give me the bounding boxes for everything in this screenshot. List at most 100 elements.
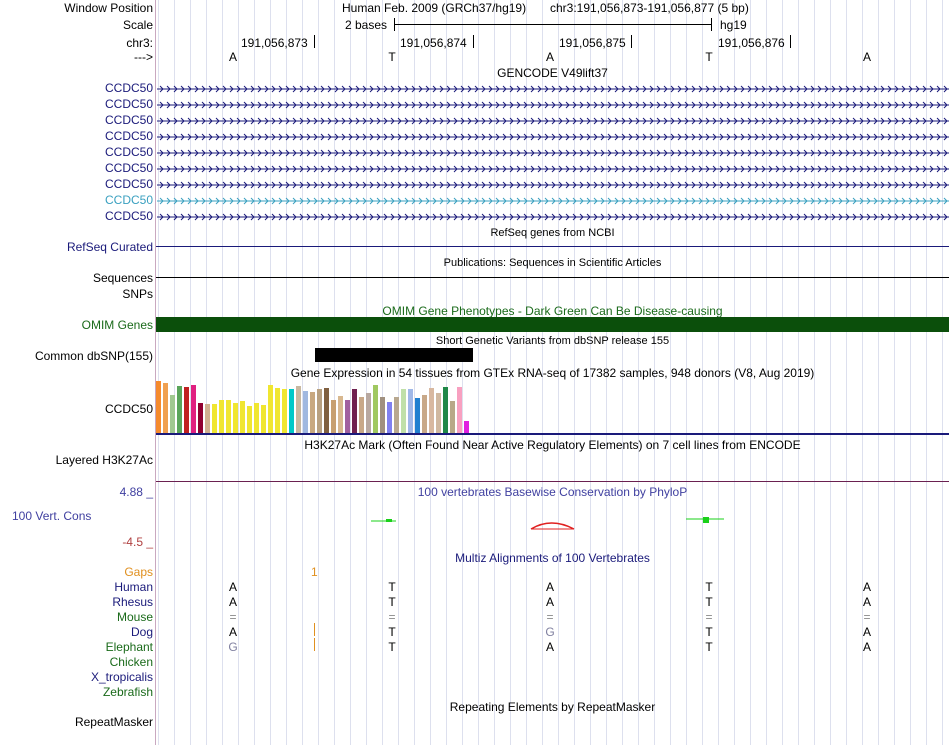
gencode-transcript[interactable] [157, 195, 949, 207]
gencode-transcript[interactable] [157, 179, 949, 191]
gencode-gene-label[interactable]: CCDC50 [105, 193, 153, 207]
gtex-bar[interactable] [331, 400, 336, 433]
gtex-bar[interactable] [205, 404, 210, 433]
sequences-label[interactable]: Sequences [93, 271, 153, 285]
species-label-human[interactable]: Human [114, 580, 153, 594]
gencode-gene-label[interactable]: CCDC50 [105, 161, 153, 175]
gtex-bar[interactable] [198, 403, 203, 433]
gtex-bar[interactable] [296, 386, 301, 433]
gtex-bar[interactable] [233, 403, 238, 433]
alignment-base: A [228, 625, 237, 639]
gtex-bar[interactable] [338, 396, 343, 433]
gtex-bar[interactable] [317, 389, 322, 433]
gencode-transcript[interactable] [157, 131, 949, 143]
gtex-bar[interactable] [163, 383, 168, 433]
gtex-label[interactable]: CCDC50 [105, 402, 153, 416]
gencode-transcript[interactable] [157, 99, 949, 111]
gtex-bar[interactable] [352, 389, 357, 433]
gtex-bar[interactable] [373, 385, 378, 433]
scale-db: hg19 [720, 18, 747, 32]
alignment-base: A [862, 595, 871, 609]
gencode-gene-label[interactable]: CCDC50 [105, 129, 153, 143]
gtex-bar[interactable] [359, 397, 364, 433]
position-text: chr3:191,056,873-191,056,877 (5 bp) [550, 1, 749, 15]
gencode-gene-label[interactable]: CCDC50 [105, 177, 153, 191]
gtex-bar[interactable] [394, 397, 399, 433]
gencode-gene-label[interactable]: CCDC50 [105, 145, 153, 159]
dbsnp-variant-bar[interactable] [315, 348, 473, 362]
h3k27ac-label[interactable]: Layered H3K27Ac [56, 453, 153, 467]
alignment-base: T [388, 580, 396, 594]
gtex-bar[interactable] [324, 388, 329, 433]
gtex-bar[interactable] [464, 421, 469, 433]
gencode-gene-label[interactable]: CCDC50 [105, 113, 153, 127]
gaps-label[interactable]: Gaps [124, 565, 153, 579]
gtex-bar[interactable] [401, 389, 406, 433]
gtex-bar[interactable] [436, 393, 441, 433]
alignment-base: T [705, 595, 713, 609]
gtex-bar[interactable] [345, 400, 350, 433]
species-label-chicken[interactable]: Chicken [110, 655, 153, 669]
scale-text: 2 bases [345, 18, 388, 32]
alignment-base: A [545, 640, 554, 654]
gencode-gene-label[interactable]: CCDC50 [105, 97, 153, 111]
gencode-transcript[interactable] [157, 115, 949, 127]
refseq-label[interactable]: RefSeq Curated [67, 240, 153, 254]
gtex-bar[interactable] [212, 404, 217, 433]
gtex-bar[interactable] [289, 389, 294, 433]
conservation-plot[interactable] [156, 505, 949, 545]
species-label-x_tropicalis[interactable]: X_tropicalis [91, 670, 153, 684]
gencode-gene-label[interactable]: CCDC50 [105, 209, 153, 223]
gtex-bar[interactable] [275, 388, 280, 433]
gtex-bar[interactable] [191, 385, 196, 433]
gtex-bar[interactable] [429, 388, 434, 433]
gencode-transcript[interactable] [157, 211, 949, 223]
assembly-text: Human Feb. 2009 (GRCh37/hg19) [342, 1, 527, 15]
dbsnp-label[interactable]: Common dbSNP(155) [35, 349, 153, 363]
gencode-transcript[interactable] [157, 163, 949, 175]
scale-bar-right-tick [711, 18, 712, 31]
omim-label[interactable]: OMIM Genes [82, 318, 153, 332]
omim-bar[interactable] [156, 317, 949, 332]
repeatmasker-label[interactable]: RepeatMasker [75, 715, 153, 729]
gtex-bar[interactable] [303, 391, 308, 433]
gtex-bar[interactable] [156, 381, 161, 433]
gencode-transcript[interactable] [157, 147, 949, 159]
snps-label[interactable]: SNPs [122, 287, 153, 301]
gtex-bar[interactable] [415, 398, 420, 433]
species-label-dog[interactable]: Dog [131, 625, 153, 639]
gencode-gene-label[interactable]: CCDC50 [105, 81, 153, 95]
gtex-bar[interactable] [380, 397, 385, 433]
gtex-bar[interactable] [261, 405, 266, 433]
gtex-bar[interactable] [184, 387, 189, 433]
conservation-label[interactable]: 100 Vert. Cons [12, 509, 91, 523]
gtex-bar[interactable] [177, 386, 182, 433]
gtex-bar[interactable] [408, 389, 413, 433]
gtex-bar[interactable] [450, 401, 455, 433]
cons-mark-3-peak [703, 517, 709, 523]
gtex-bar[interactable] [366, 393, 371, 433]
gaps-value: 1 [311, 565, 318, 579]
gtex-bar[interactable] [268, 385, 273, 433]
gtex-bar[interactable] [254, 403, 259, 433]
gtex-bar[interactable] [219, 400, 224, 433]
coord-tick-1 [314, 35, 315, 48]
gtex-bar[interactable] [310, 392, 315, 433]
gtex-bar[interactable] [226, 400, 231, 433]
gtex-bar[interactable] [247, 406, 252, 433]
coord-tick-3 [631, 35, 632, 48]
gtex-bar[interactable] [240, 401, 245, 433]
species-label-zebrafish[interactable]: Zebrafish [103, 685, 153, 699]
gtex-bar[interactable] [170, 395, 175, 433]
species-label-elephant[interactable]: Elephant [106, 640, 153, 654]
species-label-mouse[interactable]: Mouse [117, 610, 153, 624]
ref-base-4: T [705, 50, 713, 64]
gencode-transcript[interactable] [157, 83, 949, 95]
gtex-chart[interactable] [156, 378, 556, 433]
gtex-bar[interactable] [457, 387, 462, 433]
gtex-bar[interactable] [387, 402, 392, 433]
gtex-bar[interactable] [282, 389, 287, 433]
species-label-rhesus[interactable]: Rhesus [112, 595, 153, 609]
gtex-bar[interactable] [422, 395, 427, 433]
gtex-bar[interactable] [443, 387, 448, 433]
